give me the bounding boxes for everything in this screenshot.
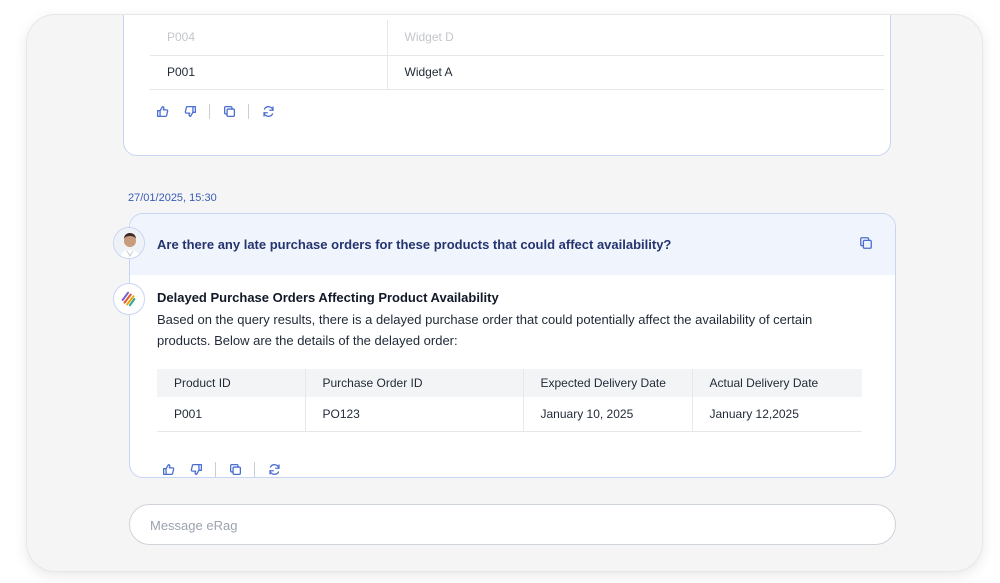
divider: [254, 461, 255, 477]
divider: [215, 461, 216, 477]
table-header-row: Product ID Purchase Order ID Expected De…: [157, 369, 862, 397]
thumbs-up-icon[interactable]: [153, 102, 171, 120]
refresh-icon[interactable]: [265, 460, 283, 477]
message-timestamp: 27/01/2025, 15:30: [128, 192, 217, 204]
answer-title: Delayed Purchase Orders Affecting Produc…: [157, 290, 499, 305]
table-cell: P001: [157, 397, 305, 432]
divider: [248, 103, 249, 119]
column-header: Product ID: [157, 369, 305, 397]
message-actions: [159, 460, 283, 477]
answer-body: Based on the query results, there is a d…: [157, 312, 813, 348]
refresh-icon[interactable]: [259, 102, 277, 120]
thumbs-up-icon[interactable]: [159, 460, 177, 477]
conversation-card: Are there any late purchase orders for t…: [129, 213, 896, 478]
message-actions: [153, 102, 277, 120]
user-avatar: [113, 227, 145, 259]
question-text: Are there any late purchase orders for t…: [157, 237, 672, 252]
app-frame: P004 Widget D P001 Widget A 27/01/2025, …: [27, 15, 982, 571]
table-row: P004 Widget D: [150, 20, 884, 56]
message-input[interactable]: [150, 515, 870, 535]
previous-message-card: P004 Widget D P001 Widget A: [123, 15, 891, 156]
product-id-cell: P004: [150, 20, 388, 56]
table-row: P001 PO123 January 10, 2025 January 12,2…: [157, 397, 862, 432]
previous-results-table: P004 Widget D P001 Widget A: [150, 20, 884, 90]
thumbs-down-icon[interactable]: [181, 102, 199, 120]
copy-icon[interactable]: [220, 102, 238, 120]
user-question: Are there any late purchase orders for t…: [130, 214, 895, 275]
product-name-cell: Widget D: [387, 20, 884, 56]
table-cell: PO123: [304, 397, 523, 432]
product-name-cell: Widget A: [387, 55, 884, 90]
table-cell: January 10, 2025: [522, 397, 692, 432]
thumbs-down-icon[interactable]: [187, 460, 205, 477]
table-cell: January 12,2025: [691, 397, 862, 432]
delayed-orders-table: Product ID Purchase Order ID Expected De…: [157, 369, 862, 432]
column-header: Purchase Order ID: [304, 369, 523, 397]
erag-logo-icon: [113, 283, 145, 315]
column-header: Expected Delivery Date: [522, 369, 692, 397]
copy-icon[interactable]: [859, 236, 877, 254]
product-id-cell: P001: [150, 55, 388, 90]
column-header: Actual Delivery Date: [691, 369, 862, 397]
table-row: P001 Widget A: [150, 55, 884, 90]
copy-icon[interactable]: [226, 460, 244, 477]
message-composer: [129, 504, 896, 545]
divider: [209, 103, 210, 119]
